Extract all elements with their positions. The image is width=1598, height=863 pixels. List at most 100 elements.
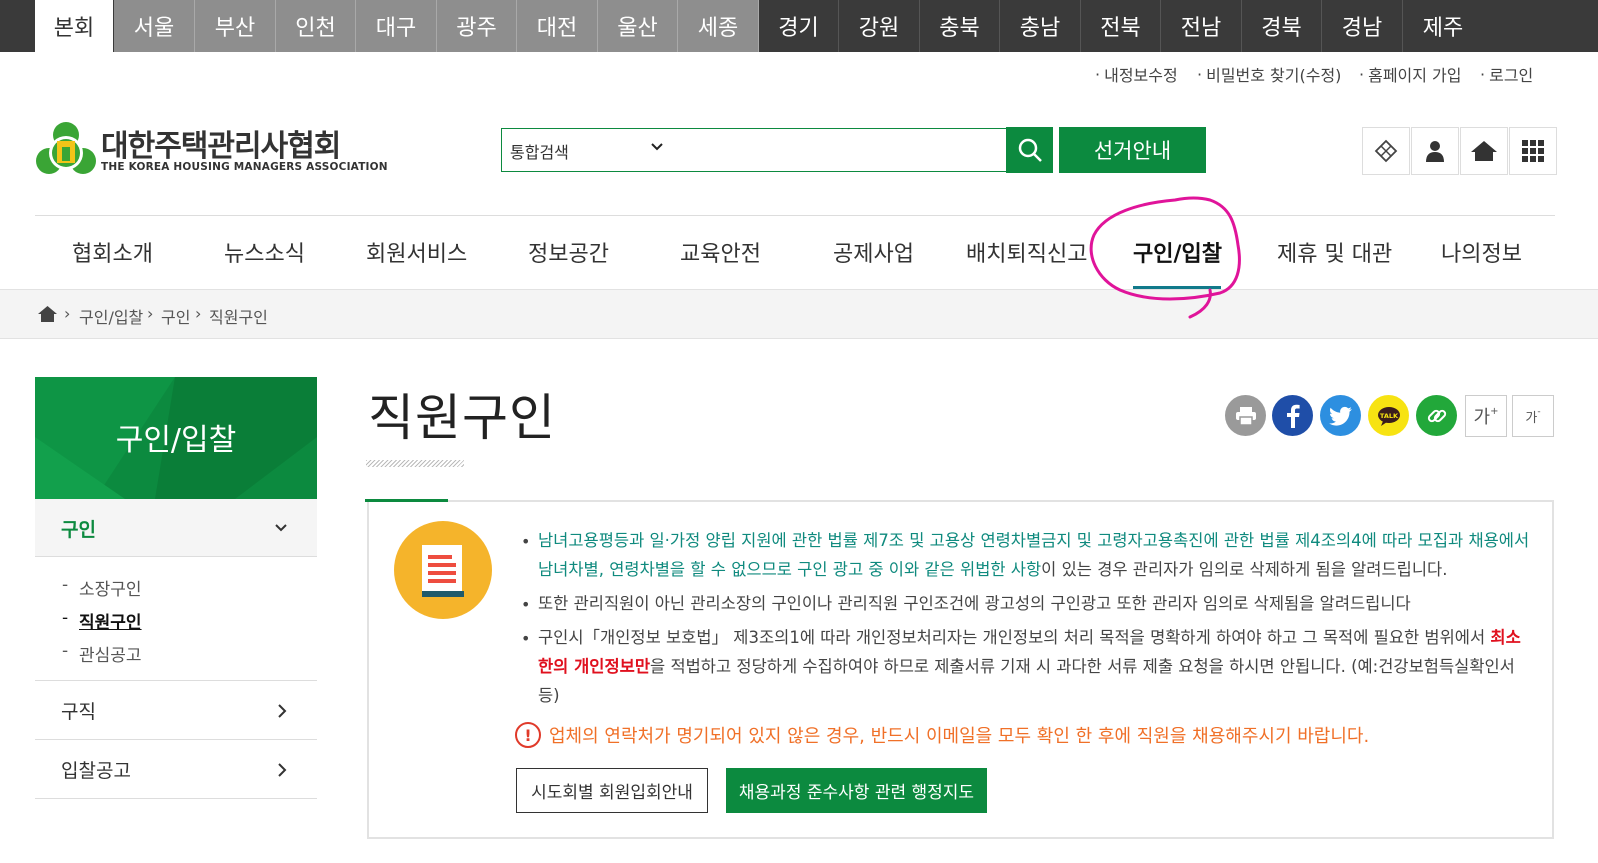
- region-tab-chungnam[interactable]: 충남: [1000, 0, 1081, 52]
- side-section-bidding[interactable]: 입찰공고: [35, 740, 317, 799]
- gnb-education-safety[interactable]: 교육안전: [680, 236, 761, 268]
- side-menu-title: 구인/입찰: [115, 423, 237, 458]
- region-tab-sejong[interactable]: 세종: [678, 0, 759, 52]
- facebook-share-button[interactable]: [1272, 395, 1313, 436]
- region-tab-daejeon[interactable]: 대전: [517, 0, 598, 52]
- grid-menu-icon: [1522, 140, 1544, 162]
- bullet-dot: •: [521, 595, 531, 614]
- election-info-button[interactable]: 선거안내: [1059, 127, 1206, 173]
- plus-icon: +: [1490, 405, 1499, 417]
- region-tab-gangwon[interactable]: 강원: [839, 0, 920, 52]
- font-increase-button[interactable]: 가 +: [1465, 395, 1507, 437]
- chevron-right-icon: [278, 704, 287, 718]
- hiring-guidance-button[interactable]: 채용과정 준수사항 관련 행정지도: [726, 768, 987, 813]
- util-link-signup[interactable]: · 홈페이지 가입: [1359, 62, 1462, 86]
- side-sub-dash: -: [62, 641, 69, 661]
- kakaotalk-share-button[interactable]: TALK: [1368, 395, 1409, 436]
- region-tab-incheon[interactable]: 인천: [276, 0, 356, 52]
- region-tab-gyeongbuk[interactable]: 경북: [1242, 0, 1322, 52]
- home-button[interactable]: [1460, 127, 1508, 175]
- gnb-placement-report[interactable]: 배치퇴직신고: [966, 236, 1087, 268]
- side-sub-watchlist[interactable]: 관심공고: [79, 641, 142, 666]
- util-link-login[interactable]: · 로그인: [1480, 62, 1533, 86]
- chevron-right-icon: [278, 763, 287, 777]
- breadcrumb-item[interactable]: 직원구인: [209, 304, 268, 328]
- region-tab-gyeonggi[interactable]: 경기: [759, 0, 839, 52]
- region-tab-seoul[interactable]: 서울: [114, 0, 195, 52]
- breadcrumb-item[interactable]: 구인: [161, 304, 190, 328]
- bullet-dot: ·: [1480, 64, 1486, 84]
- region-tab-jeju[interactable]: 제주: [1403, 0, 1483, 52]
- twitter-icon: [1328, 406, 1352, 426]
- mypage-button[interactable]: [1411, 127, 1459, 175]
- gnb-info-space[interactable]: 정보공간: [528, 236, 609, 268]
- search-scope-select[interactable]: 통합검색: [510, 139, 569, 163]
- breadcrumb-separator: ›: [147, 304, 154, 323]
- document-icon: [394, 521, 492, 619]
- util-link-label: 홈페이지 가입: [1368, 66, 1462, 85]
- breadcrumb-separator: ›: [195, 304, 202, 323]
- side-sub-manager-jobs[interactable]: 소장구인: [79, 575, 142, 600]
- sitemap-badge-button[interactable]: [1362, 127, 1410, 175]
- region-tab-gyeongnam[interactable]: 경남: [1322, 0, 1403, 52]
- gnb-member-service[interactable]: 회원서비스: [366, 236, 467, 268]
- region-tab-jeonbuk[interactable]: 전북: [1081, 0, 1161, 52]
- logo-emblem-icon: [36, 122, 96, 174]
- all-menu-button[interactable]: [1509, 127, 1557, 175]
- print-icon: [1235, 406, 1256, 426]
- region-tab-busan[interactable]: 부산: [195, 0, 276, 52]
- gnb-jobs-bidding[interactable]: 구인/입찰: [1133, 236, 1222, 268]
- membership-guide-button[interactable]: 시도회별 회원입회안내: [516, 768, 708, 813]
- util-link-find-password[interactable]: · 비밀번호 찾기(수정): [1197, 62, 1341, 86]
- exclamation-icon: !: [515, 722, 541, 748]
- region-tab-jeonnam[interactable]: 전남: [1161, 0, 1242, 52]
- search-input[interactable]: 통합검색: [501, 128, 1007, 172]
- region-tab-ulsan[interactable]: 울산: [598, 0, 678, 52]
- search-icon: [1018, 138, 1042, 162]
- print-button[interactable]: [1225, 395, 1266, 436]
- notice-accent-bar: [365, 499, 448, 502]
- util-link-label: 로그인: [1489, 66, 1534, 85]
- region-tab-bar: 본회 서울 부산 인천 대구 광주 대전 울산 세종 경기 강원 충북 충남 전…: [0, 0, 1598, 52]
- notice-paragraph-3: 구인시「개인정보 보호법」 제3조의1에 따라 개인정보처리자는 개인정보의 처…: [538, 623, 1538, 710]
- side-menu-header: 구인/입찰: [35, 377, 317, 499]
- gnb-my-info[interactable]: 나의정보: [1441, 236, 1522, 268]
- bullet-dot: •: [521, 532, 531, 551]
- site-logo[interactable]: 대한주택관리사협회 THE KOREA HOUSING MANAGERS ASS…: [35, 121, 388, 181]
- bullet-dot: •: [521, 629, 531, 648]
- user-icon: [1426, 141, 1444, 162]
- font-decrease-label: 가: [1525, 410, 1538, 426]
- notice-paragraph-1: 남녀고용평등과 일·가정 양립 지원에 관한 법률 제7조 및 고용상 연령차별…: [538, 526, 1538, 584]
- notice-text: 이 있는 경우 관리자가 임의로 삭제하게 됨을 알려드립니다.: [1041, 560, 1448, 579]
- gnb-mutual-aid[interactable]: 공제사업: [833, 236, 914, 268]
- region-tab-home[interactable]: 본회: [35, 0, 113, 52]
- side-section-label: 구직: [61, 701, 96, 723]
- util-link-edit-info[interactable]: · 내정보수정: [1095, 62, 1178, 86]
- side-section-label: 입찰공고: [61, 760, 131, 782]
- font-increase-label: 가: [1473, 407, 1491, 428]
- region-tab-daegu[interactable]: 대구: [356, 0, 437, 52]
- region-tab-chungbuk[interactable]: 충북: [920, 0, 1000, 52]
- search-button[interactable]: [1006, 127, 1053, 173]
- copy-link-button[interactable]: [1416, 395, 1457, 436]
- bullet-dot: ·: [1359, 64, 1365, 84]
- side-sub-staff-jobs[interactable]: 직원구인: [79, 608, 142, 633]
- gnb-partnership-rental[interactable]: 제휴 및 대관: [1277, 236, 1392, 268]
- sitemap-badge-icon: [1374, 139, 1398, 163]
- util-link-label: 내정보수정: [1104, 66, 1178, 85]
- link-icon: [1427, 409, 1446, 422]
- notice-text: 구인시「개인정보 보호법」 제3조의1에 따라 개인정보처리자는 개인정보의 처…: [538, 628, 1491, 647]
- gnb-divider: [35, 215, 1555, 216]
- side-sub-dash: -: [62, 575, 69, 595]
- bullet-dot: ·: [1197, 64, 1203, 84]
- home-icon[interactable]: [37, 305, 58, 323]
- breadcrumb-separator: ›: [64, 304, 71, 323]
- gnb-about[interactable]: 협회소개: [72, 236, 153, 268]
- notice-text: 을 적법하고 정당하게 수집하여야 하므로 제출서류 기재 시 과다한 서류 제…: [650, 657, 1515, 676]
- font-decrease-button[interactable]: 가-: [1512, 395, 1554, 437]
- side-section-job-seeking[interactable]: 구직: [35, 681, 317, 740]
- gnb-news[interactable]: 뉴스소식: [224, 236, 305, 268]
- breadcrumb-item[interactable]: 구인/입찰: [79, 304, 143, 328]
- region-tab-gwangju[interactable]: 광주: [437, 0, 517, 52]
- twitter-share-button[interactable]: [1320, 395, 1361, 436]
